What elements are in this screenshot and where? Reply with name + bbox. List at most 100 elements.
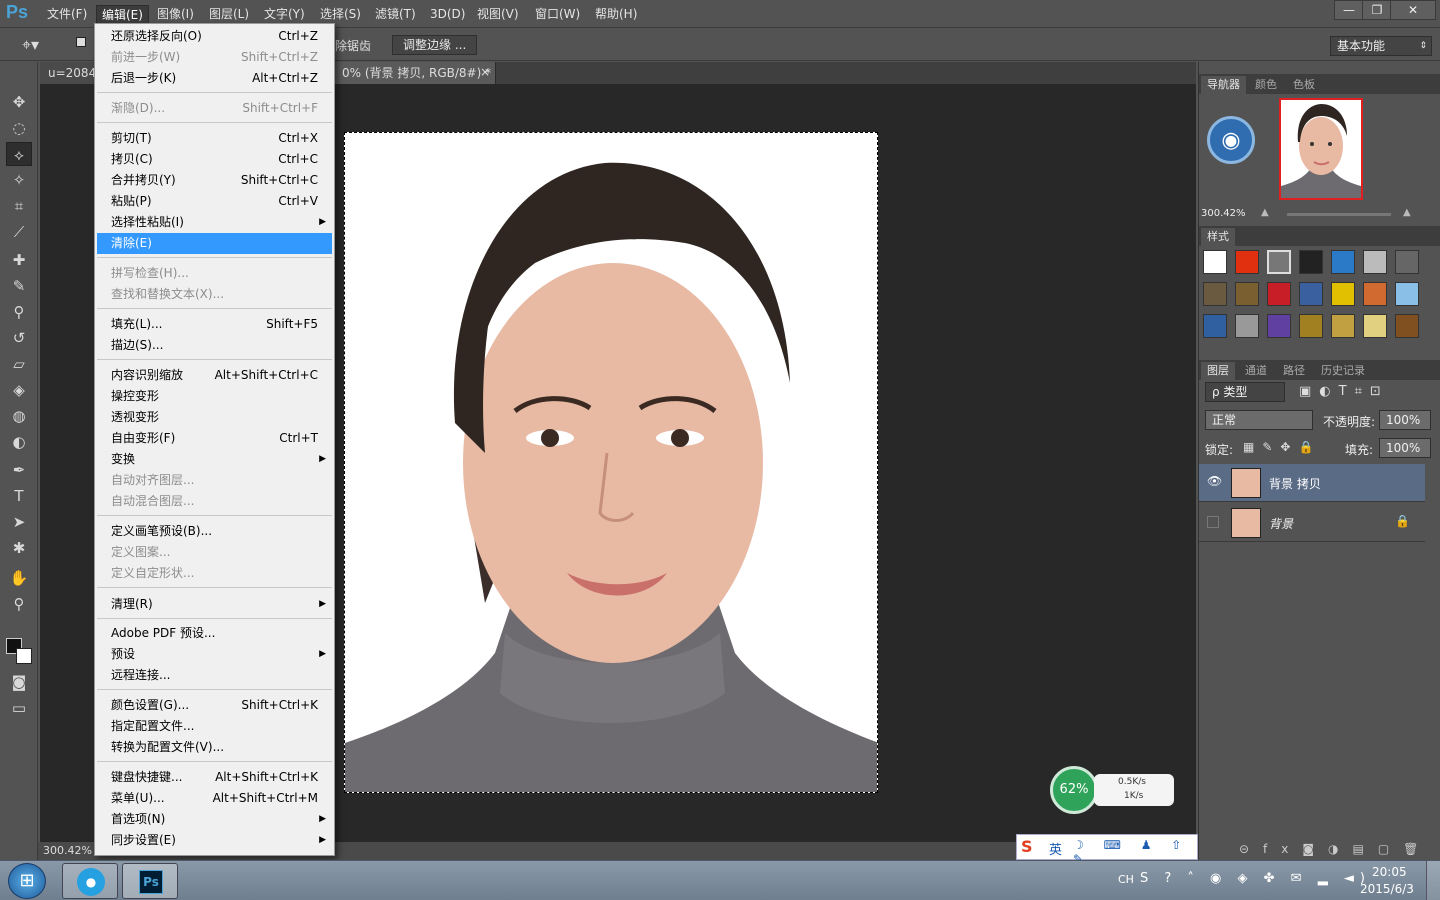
eraser-tool-icon[interactable]: ▱ — [6, 352, 32, 376]
stamp-tool-icon[interactable]: ⚲ — [6, 300, 32, 324]
healing-brush-icon[interactable]: ✚ — [6, 248, 32, 272]
menu-3d[interactable]: 3D(D) — [425, 5, 470, 25]
tab-other-document[interactable]: u=2084 — [40, 62, 96, 84]
menu-item-convert-profile[interactable]: 转换为配置文件(V)... — [97, 737, 332, 758]
menu-edit[interactable]: 编辑(E) — [96, 5, 149, 25]
menu-item-stroke[interactable]: 描边(S)... — [97, 335, 332, 356]
style-swatch[interactable] — [1235, 314, 1259, 338]
menu-item-transform[interactable]: 变换 ▶ — [97, 449, 332, 470]
layer-name[interactable]: 背景 — [1269, 515, 1293, 532]
menu-item-paste-special[interactable]: 选择性粘贴(I) ▶ — [97, 212, 332, 233]
bucket-tool-icon[interactable]: ◈ — [6, 378, 32, 402]
tab-swatches[interactable]: 色板 — [1287, 76, 1321, 94]
start-button-icon[interactable]: ⊞ — [8, 863, 46, 899]
style-swatch[interactable] — [1267, 250, 1291, 274]
magic-wand-icon[interactable]: ✧ — [6, 168, 32, 192]
wifi-icon[interactable]: ◉ — [1207, 116, 1255, 164]
history-brush-icon[interactable]: ↺ — [6, 326, 32, 350]
pen-tool-icon[interactable]: ✒ — [6, 458, 32, 482]
minimize-button[interactable]: — — [1334, 0, 1364, 20]
style-swatch[interactable] — [1331, 314, 1355, 338]
screen-mode-icon[interactable]: ▭ — [6, 696, 32, 720]
blend-mode-select[interactable]: 正常 — [1205, 410, 1313, 430]
menu-item-copy[interactable]: 拷贝(C) Ctrl+C — [97, 149, 332, 170]
style-swatch[interactable] — [1235, 282, 1259, 306]
menu-item-auto-align[interactable]: 自动对齐图层... — [97, 470, 332, 491]
style-swatch[interactable] — [1395, 250, 1419, 274]
menu-help[interactable]: 帮助(H) — [590, 5, 642, 25]
menu-item-step-backward[interactable]: 后退一步(K) Alt+Ctrl+Z — [97, 68, 332, 89]
menu-item-assign-profile[interactable]: 指定配置文件... — [97, 716, 332, 737]
menu-item-clear[interactable]: 清除(E) — [97, 233, 332, 254]
style-swatch[interactable] — [1331, 250, 1355, 274]
style-swatch[interactable] — [1331, 282, 1355, 306]
tab-color[interactable]: 颜色 — [1249, 76, 1283, 94]
visibility-toggle[interactable] — [1207, 516, 1219, 528]
ime-lang[interactable]: 英 — [1049, 839, 1062, 858]
menu-item-step-forward[interactable]: 前进一步(W) Shift+Ctrl+Z — [97, 47, 332, 68]
menu-item-fade[interactable]: 渐隐(D)... Shift+Ctrl+F — [97, 98, 332, 119]
close-button[interactable]: ✕ — [1390, 0, 1436, 20]
type-tool-icon[interactable]: T — [6, 484, 32, 508]
menu-item-define-brush[interactable]: 定义画笔预设(B)... — [97, 521, 332, 542]
layer-row-background[interactable]: 背景 🔒 — [1199, 504, 1425, 542]
move-tool-icon[interactable]: ✥ — [6, 90, 32, 114]
menu-item-perspective-warp[interactable]: 透视变形 — [97, 407, 332, 428]
lock-icons[interactable]: ▦✎✥🔒 — [1243, 440, 1321, 454]
menu-item-define-pattern[interactable]: 定义图案... — [97, 542, 332, 563]
tab-history[interactable]: 历史记录 — [1315, 362, 1371, 380]
restore-button[interactable]: ❐ — [1362, 0, 1392, 20]
menu-file[interactable]: 文件(F) — [42, 5, 92, 25]
menu-layer[interactable]: 图层(L) — [204, 5, 254, 25]
menu-item-sync-settings[interactable]: 同步设置(E) ▶ — [97, 830, 332, 851]
shape-tool-icon[interactable]: ✱ — [6, 536, 32, 560]
tab-navigator[interactable]: 导航器 — [1201, 76, 1246, 94]
style-swatch[interactable] — [1203, 314, 1227, 338]
tab-close-icon[interactable]: × — [480, 65, 490, 79]
menu-item-auto-blend[interactable]: 自动混合图层... — [97, 491, 332, 512]
workspace-select[interactable]: 基本功能 ⇕ — [1330, 36, 1432, 56]
clock-date[interactable]: 2015/6/3 — [1360, 882, 1414, 896]
layer-name[interactable]: 背景 拷贝 — [1269, 475, 1321, 492]
menu-item-fill[interactable]: 填充(L)... Shift+F5 — [97, 314, 332, 335]
opacity-input[interactable]: 100% — [1379, 410, 1431, 430]
layer-filter-select[interactable]: ρ 类型 — [1205, 382, 1285, 402]
crop-tool-icon[interactable]: ⌗ — [6, 194, 32, 218]
menu-view[interactable]: 视图(V) — [472, 5, 524, 25]
style-swatch[interactable] — [1267, 282, 1291, 306]
style-swatch[interactable] — [1235, 250, 1259, 274]
navigator-zoom[interactable]: 300.42% — [1201, 208, 1246, 219]
menu-item-purge[interactable]: 清理(R) ▶ — [97, 594, 332, 615]
hand-tool-icon[interactable]: ✋ — [6, 566, 32, 590]
menu-filter[interactable]: 滤镜(T) — [370, 5, 421, 25]
style-swatch[interactable] — [1395, 282, 1419, 306]
blur-tool-icon[interactable]: ◍ — [6, 404, 32, 428]
style-swatch[interactable] — [1267, 314, 1291, 338]
menu-item-pdf-presets[interactable]: Adobe PDF 预设... — [97, 623, 332, 644]
style-swatch[interactable] — [1363, 250, 1387, 274]
style-swatch[interactable] — [1299, 282, 1323, 306]
menu-item-define-shape[interactable]: 定义自定形状... — [97, 563, 332, 584]
polygon-lasso-preset-icon[interactable]: ⌖▾ — [22, 35, 39, 55]
layer-footer-icons[interactable]: ⊝fx◙◑▤▢🗑 — [1239, 842, 1432, 856]
style-swatch[interactable] — [1363, 282, 1387, 306]
tab-channels[interactable]: 通道 — [1239, 362, 1273, 380]
refine-edge-button[interactable]: 调整边缘 ... — [392, 35, 478, 55]
input-lang-indicator[interactable]: CH — [1118, 873, 1134, 886]
menu-item-color-settings[interactable]: 颜色设置(G)... Shift+Ctrl+K — [97, 695, 332, 716]
zoom-out-icon[interactable]: ▲ — [1261, 207, 1269, 218]
eyedropper-icon[interactable]: ⟋ — [6, 220, 32, 244]
menu-item-preferences[interactable]: 首选项(N) ▶ — [97, 809, 332, 830]
menu-item-puppet-warp[interactable]: 操控变形 — [97, 386, 332, 407]
marquee-tool-icon[interactable]: ◌ — [6, 116, 32, 140]
fill-input[interactable]: 100% — [1379, 438, 1431, 458]
ime-toolbar[interactable]: S 英 ☽ ⌨ ♟ ⇧ ✎ — [1016, 834, 1198, 866]
lasso-tool-icon[interactable]: ⟡ — [6, 142, 32, 166]
style-swatch[interactable] — [1203, 282, 1227, 306]
taskbar-app-photoshop[interactable]: Ps — [122, 863, 178, 899]
network-speed-widget[interactable]: 62% 0.5K/s 1K/s — [1050, 766, 1176, 814]
menu-select[interactable]: 选择(S) — [315, 5, 366, 25]
layer-row-background-copy[interactable]: 👁 背景 拷贝 — [1199, 464, 1425, 502]
style-swatch[interactable] — [1299, 314, 1323, 338]
navigator-thumbnail[interactable] — [1279, 98, 1363, 200]
